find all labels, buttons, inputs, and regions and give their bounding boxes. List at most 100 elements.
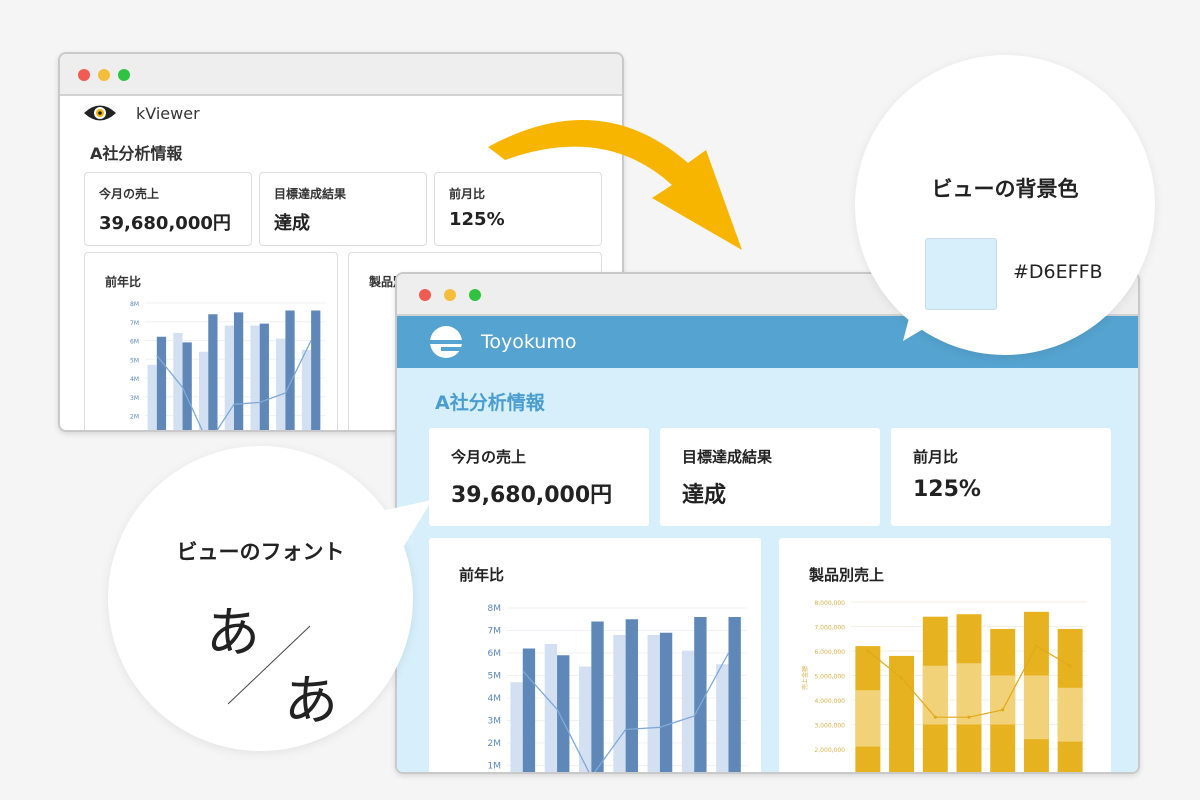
- card-value: 達成: [682, 483, 727, 508]
- bar-this-year: [728, 617, 741, 772]
- yoy-panel: 前年比 8M 7M 6M 5M 4M 3M 2M 1M: [84, 252, 338, 430]
- app-name: kViewer: [136, 103, 200, 123]
- bar-prev-year: [147, 364, 157, 430]
- mom-card: 前月比 125%: [434, 172, 602, 246]
- y-tick-label: 8,000,000: [814, 600, 845, 607]
- bar-prev-year: [579, 666, 592, 772]
- bar-this-year: [208, 314, 218, 430]
- bar-prev-year: [613, 635, 626, 772]
- trend-point: [933, 715, 937, 719]
- card-title: 目標達成結果: [274, 187, 347, 201]
- card-value: 達成: [274, 213, 310, 234]
- bar-prev-year: [250, 325, 260, 430]
- bar-prev-year: [199, 351, 209, 430]
- y-tick-label: 4,000,000: [814, 698, 845, 705]
- y-tick-label: 7M: [488, 627, 502, 637]
- y-axis-label: 売上金額: [801, 666, 809, 690]
- yoy-panel: 前年比 8M 7M 6M 5M 4M 3M 2M 1M: [429, 538, 761, 772]
- bar-this-year: [233, 312, 244, 430]
- maximize-window-button[interactable]: [469, 289, 481, 301]
- card-title: 今月の売上: [99, 187, 160, 201]
- view-body: Toyokumo A社分析情報 今月の売上 39,680,000円 目標達成結果…: [397, 316, 1138, 772]
- app-header: kViewer: [82, 98, 200, 128]
- yoy-chart: 8M 7M 6M 5M 4M 3M 2M 1M: [488, 604, 747, 772]
- mom-card: 前月比 125%: [891, 428, 1111, 526]
- card-title: 前月比: [913, 448, 959, 466]
- callout-title: ビューの背景色: [931, 177, 1079, 201]
- bar-this-year: [522, 648, 536, 772]
- minimize-window-button[interactable]: [444, 289, 456, 301]
- bar-this-year: [625, 619, 638, 772]
- goal-card: 目標達成結果 達成: [660, 428, 880, 526]
- y-tick-label: 1,000,000: [814, 772, 845, 775]
- bar-prev-year: [716, 664, 729, 772]
- maximize-window-button[interactable]: [118, 69, 130, 81]
- background-color-callout: ビューの背景色 #D6EFFB: [855, 55, 1155, 355]
- bar-this-year: [182, 342, 192, 430]
- close-window-button[interactable]: [419, 289, 431, 301]
- y-tick-label: 7,000,000: [814, 625, 845, 632]
- trend-point: [1068, 664, 1072, 668]
- y-tick-label: 3M: [130, 395, 139, 402]
- y-tick-label: 4M: [488, 694, 502, 704]
- color-swatch: [925, 238, 997, 310]
- card-value: 39,680,000円: [99, 213, 231, 234]
- color-hex: #D6EFFB: [1013, 261, 1103, 283]
- y-tick-label: 5M: [488, 672, 502, 682]
- trend-point: [866, 649, 870, 653]
- bar-prev-year: [681, 650, 695, 772]
- bar-prev-year: [647, 635, 660, 772]
- bar-total: [889, 655, 915, 772]
- sales-card: 今月の売上 39,680,000円: [429, 428, 649, 526]
- bar-this-year: [156, 336, 167, 430]
- card-title: 前月比: [449, 187, 486, 201]
- divider-line: [227, 625, 311, 705]
- y-tick-label: 2,000,000: [814, 747, 845, 754]
- page-title: A社分析情報: [435, 392, 545, 414]
- goal-card: 目標達成結果 達成: [259, 172, 427, 246]
- y-tick-label: 5M: [130, 357, 139, 364]
- font-sample-after: あ: [284, 669, 338, 732]
- y-tick-label: 6M: [488, 649, 502, 659]
- bar-this-year: [285, 310, 295, 430]
- bar-prev-year: [510, 682, 523, 772]
- y-tick-label: 2M: [488, 739, 502, 749]
- bar-this-year: [659, 632, 673, 772]
- eye-logo-icon: [84, 105, 116, 121]
- y-tick-label: 3M: [488, 717, 502, 727]
- bar-segment-middle: [990, 675, 1016, 725]
- font-callout: ビューのフォント あ あ: [108, 446, 432, 751]
- bar-segment-middle: [1057, 687, 1083, 742]
- card-value: 39,680,000円: [451, 483, 613, 508]
- bar-prev-year: [301, 349, 312, 430]
- y-tick-label: 7M: [130, 320, 139, 327]
- bar-this-year: [591, 621, 604, 772]
- y-tick-label: 6,000,000: [814, 649, 845, 656]
- page-title: A社分析情報: [90, 144, 183, 163]
- trend-point: [899, 676, 904, 680]
- y-tick-label: 2M: [130, 414, 139, 421]
- trend-point: [1034, 644, 1039, 648]
- y-tick-label: 8M: [488, 604, 502, 614]
- y-tick-label: 4M: [130, 376, 139, 383]
- minimize-window-button[interactable]: [98, 69, 110, 81]
- y-tick-label: 1M: [488, 762, 502, 772]
- yoy-chart-small: 8M7M6M5M4M3M2M1M: [130, 301, 325, 430]
- y-tick-label: 6M: [130, 339, 139, 346]
- y-tick-label: 5,000,000: [814, 674, 845, 681]
- card-title: 今月の売上: [451, 448, 527, 466]
- window-titlebar: [60, 54, 622, 96]
- card-value: 125%: [913, 477, 981, 502]
- sales-card: 今月の売上 39,680,000円: [84, 172, 252, 246]
- bar-segment-middle: [1023, 675, 1049, 740]
- bar-prev-year: [544, 644, 558, 772]
- bar-prev-year: [276, 338, 286, 430]
- y-tick-label: 3,000,000: [814, 723, 845, 730]
- bar-segment-middle: [855, 690, 881, 747]
- card-title: 目標達成結果: [682, 448, 773, 466]
- bar-this-year: [557, 655, 570, 772]
- product-sales-chart: 8,000,000 7,000,000 6,000,000 5,000,000 4,00…: [801, 600, 1087, 775]
- close-window-button[interactable]: [78, 69, 90, 81]
- trend-point: [967, 715, 971, 719]
- toyokumo-logo-icon: [430, 326, 463, 358]
